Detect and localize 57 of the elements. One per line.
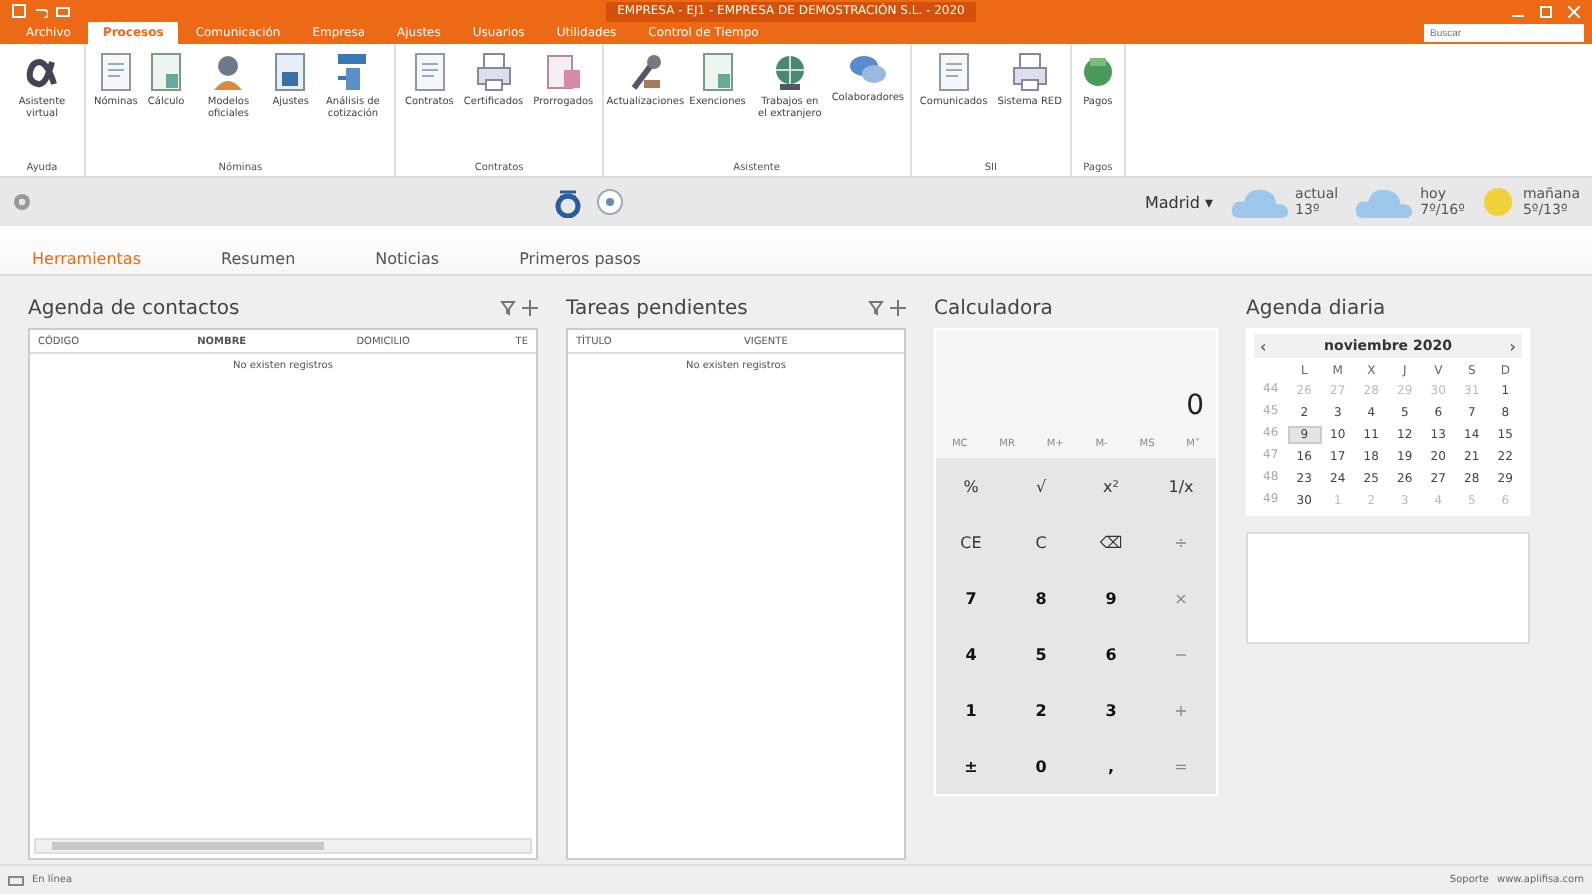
sheet-icon [701,52,734,92]
chat-icon [847,52,888,88]
calculator-key[interactable]: 3 [1076,682,1146,738]
logo-icon [552,186,585,218]
calculator-key[interactable]: 7 [936,570,1006,626]
calculator-key[interactable]: 5 [1006,626,1076,682]
close-icon[interactable] [1568,5,1580,17]
panel-title: Agenda de contactos [28,297,242,319]
panel-title: Tareas pendientes [566,297,750,319]
settings-icon[interactable] [12,192,32,212]
notes-field[interactable] [1246,532,1530,644]
print-icon[interactable] [56,4,70,18]
calculator-key[interactable]: 0 [1006,738,1076,794]
connection-icon [8,875,24,885]
save-icon[interactable] [12,4,26,18]
previous-month-button[interactable]: ‹ [1260,337,1267,355]
document-icon [937,52,970,92]
calculator-key[interactable]: x² [1076,458,1146,514]
undo-icon[interactable] [34,4,48,18]
document-icon [413,52,446,92]
cloud-icon [1229,184,1290,220]
calculator-key[interactable]: CE [936,514,1006,570]
tools-icon [627,52,664,92]
printer-icon [1011,52,1048,92]
add-icon[interactable] [890,300,906,316]
calculator-display: 0 [1186,390,1204,422]
panel-title: Calculadora [934,297,1055,319]
person-icon [210,52,247,92]
calculator-key[interactable]: ⌫ [1076,514,1146,570]
calculator-key[interactable]: , [1076,738,1146,794]
sheet-icon [150,52,183,92]
next-month-button[interactable]: › [1509,337,1516,355]
sun-icon [1480,184,1517,220]
calculator-key[interactable]: C [1006,514,1076,570]
calculator-key[interactable]: % [936,458,1006,514]
calculator-key[interactable]: 4 [936,626,1006,682]
calculator-key[interactable]: √ [1006,458,1076,514]
cloud-icon [1354,184,1415,220]
document-icon [99,52,132,92]
content-tab[interactable]: Resumen [221,242,296,274]
printer-icon [475,52,512,92]
filter-icon[interactable] [868,300,884,316]
calculator-key[interactable]: 9 [1076,570,1146,626]
horizontal-scrollbar[interactable] [34,838,532,854]
calculator-key[interactable]: 1 [936,682,1006,738]
calculator-key[interactable]: 2 [1006,682,1076,738]
add-icon[interactable] [522,300,538,316]
panel-title: Agenda diaria [1246,297,1388,319]
maximize-icon[interactable] [1540,5,1552,17]
calculator-key[interactable]: ± [936,738,1006,794]
city-selector[interactable]: Madrid ▾ [1145,193,1214,211]
filter-icon[interactable] [500,300,516,316]
content-tab[interactable]: Noticias [375,242,440,274]
calculator-key[interactable]: 6 [1076,626,1146,682]
calculator-key[interactable]: 8 [1006,570,1076,626]
content-tab[interactable]: Primeros pasos [519,242,641,274]
calculator-key[interactable]: 1/x [1146,458,1216,514]
